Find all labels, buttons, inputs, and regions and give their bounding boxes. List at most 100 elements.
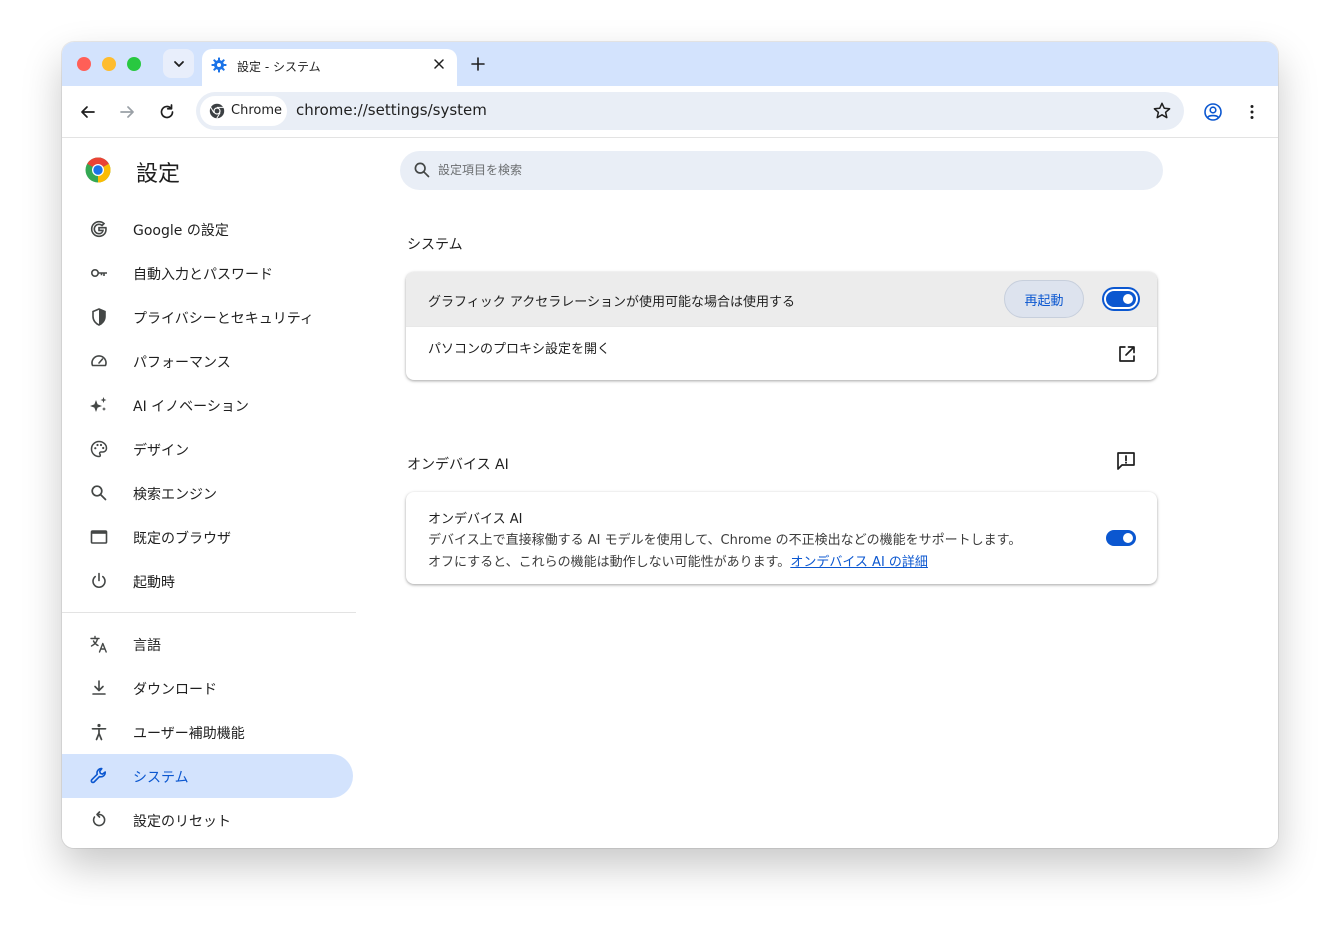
chrome-icon (209, 103, 225, 119)
page-title: 設定 (136, 162, 181, 187)
tab-search-button[interactable] (163, 49, 194, 78)
sidebar-item-languages[interactable]: 言語 (62, 622, 353, 666)
sidebar-item-label: Google の設定 (133, 223, 229, 239)
profile-icon (1204, 103, 1222, 121)
bookmark-star-icon[interactable] (1152, 101, 1172, 121)
graphics-acceleration-toggle[interactable] (1106, 291, 1136, 307)
omnibox[interactable]: Chrome chrome://settings/system (196, 92, 1184, 130)
graphics-acceleration-label: グラフィック アクセラレーションが使用可能な場合は使用する (428, 295, 795, 310)
proxy-settings-label: パソコンのプロキシ設定を開く (428, 342, 611, 357)
forward-button[interactable] (115, 100, 139, 124)
download-icon (92, 680, 106, 695)
close-window-button[interactable] (77, 57, 91, 71)
plus-icon (471, 57, 485, 71)
settings-page: 設定 Google の設定 自動入力とパスワード プライバシーとセキュリティ パ… (62, 139, 1278, 848)
settings-sidebar: Google の設定 自動入力とパスワード プライバシーとセキュリティ パフォー… (62, 207, 358, 842)
sidebar-item-search-engine[interactable]: 検索エンジン (62, 471, 353, 515)
close-icon (434, 59, 444, 69)
feedback-icon[interactable] (1115, 450, 1137, 472)
translate-icon (90, 635, 107, 653)
sidebar-item-reset[interactable]: 設定のリセット (62, 798, 353, 842)
toggle-knob (1123, 533, 1133, 543)
system-card: グラフィック アクセラレーションが使用可能な場合は使用する 再起動 パソコンのプ… (406, 272, 1157, 380)
gear-icon (211, 57, 227, 73)
browser-toolbar: Chrome chrome://settings/system (62, 86, 1278, 138)
sidebar-item-label: 既定のブラウザ (133, 531, 231, 547)
new-tab-button[interactable] (468, 54, 488, 74)
sidebar-item-performance[interactable]: パフォーマンス (62, 339, 353, 383)
shield-icon (92, 308, 106, 326)
on-device-ai-description: デバイス上で直接稼働する AI モデルを使用して、Chrome の不正検出などの… (428, 530, 1088, 574)
search-input[interactable] (438, 160, 1138, 180)
sidebar-divider (62, 612, 356, 613)
back-button[interactable] (76, 100, 100, 124)
site-info-chip[interactable]: Chrome (200, 96, 287, 126)
open-external-icon[interactable] (1117, 344, 1137, 364)
sidebar-item-label: ダウンロード (133, 682, 217, 698)
arrow-right-icon (120, 106, 134, 118)
sidebar-item-accessibility[interactable]: ユーザー補助機能 (62, 710, 353, 754)
google-g-icon (90, 220, 107, 238)
sidebar-item-google[interactable]: Google の設定 (62, 207, 353, 251)
sidebar-item-on-startup[interactable]: 起動時 (62, 559, 353, 603)
sidebar-item-ai[interactable]: AI イノベーション (62, 383, 353, 427)
sidebar-item-autofill[interactable]: 自動入力とパスワード (62, 251, 353, 295)
tab-close-button[interactable] (431, 56, 447, 72)
menu-button[interactable] (1240, 100, 1264, 124)
toggle-knob (1123, 294, 1133, 304)
proxy-settings-row[interactable]: パソコンのプロキシ設定を開く (406, 327, 1157, 380)
sidebar-item-label: プライバシーとセキュリティ (133, 311, 314, 327)
chrome-logo-icon (85, 157, 111, 183)
wrench-icon (90, 767, 106, 784)
zoom-window-button[interactable] (127, 57, 141, 71)
speedometer-icon (91, 355, 107, 367)
palette-icon (90, 440, 108, 458)
sidebar-item-design[interactable]: デザイン (62, 427, 353, 471)
tab-title: 設定 - システム (237, 60, 321, 74)
key-icon (90, 269, 107, 278)
on-device-ai-toggle[interactable] (1106, 530, 1136, 546)
sidebar-item-label: AI イノベーション (133, 399, 249, 415)
address-url[interactable]: chrome://settings/system (296, 101, 487, 119)
profile-button[interactable] (1201, 100, 1225, 124)
on-device-ai-card: オンデバイス AI デバイス上で直接稼働する AI モデルを使用して、Chrom… (406, 492, 1157, 584)
sidebar-item-default-browser[interactable]: 既定のブラウザ (62, 515, 353, 559)
chevron-down-icon (173, 60, 184, 67)
reload-icon (160, 104, 174, 119)
section-title-on-device-ai: オンデバイス AI (407, 457, 509, 473)
sidebar-item-downloads[interactable]: ダウンロード (62, 666, 353, 710)
sidebar-item-privacy[interactable]: プライバシーとセキュリティ (62, 295, 353, 339)
sidebar-item-system[interactable]: システム (62, 754, 353, 798)
section-title-system: システム (407, 237, 463, 253)
sidebar-item-label: 言語 (133, 638, 161, 654)
browser-window-icon (90, 530, 108, 544)
chip-label: Chrome (231, 103, 282, 118)
graphics-acceleration-row: グラフィック アクセラレーションが使用可能な場合は使用する 再起動 (406, 272, 1157, 326)
sidebar-item-label: デザイン (133, 443, 189, 459)
description-line-2: オフにすると、これらの機能は動作しない可能性があります。オンデバイス AI の詳… (428, 552, 1088, 574)
reset-icon (92, 811, 106, 827)
relaunch-button[interactable]: 再起動 (1004, 280, 1084, 318)
sidebar-item-label: 起動時 (133, 575, 175, 591)
sidebar-item-label: 検索エンジン (133, 487, 217, 503)
sidebar-item-label: 自動入力とパスワード (133, 267, 273, 283)
description-text: オフにすると、これらの機能は動作しない可能性があります。 (428, 555, 791, 570)
settings-search[interactable] (400, 151, 1163, 190)
arrow-left-icon (81, 106, 95, 118)
on-device-ai-title: オンデバイス AI (428, 512, 523, 527)
sidebar-item-label: ユーザー補助機能 (133, 726, 245, 742)
description-line-1: デバイス上で直接稼働する AI モデルを使用して、Chrome の不正検出などの… (428, 533, 1022, 548)
search-icon (91, 485, 107, 501)
sidebar-item-label: 設定のリセット (133, 814, 231, 830)
sparkle-icon (90, 397, 107, 412)
sidebar-item-label: システム (133, 770, 189, 786)
three-dots-vertical-icon (1250, 105, 1254, 119)
sidebar-item-label: パフォーマンス (133, 355, 231, 371)
tab-strip: 設定 - システム (62, 42, 1278, 86)
learn-more-link[interactable]: オンデバイス AI の詳細 (790, 555, 928, 570)
tab-settings-system[interactable]: 設定 - システム (202, 49, 457, 86)
reload-button[interactable] (155, 100, 179, 124)
accessibility-icon (91, 723, 107, 741)
browser-window: 設定 - システム Chrome chrome://settings/syste… (62, 42, 1278, 848)
minimize-window-button[interactable] (102, 57, 116, 71)
